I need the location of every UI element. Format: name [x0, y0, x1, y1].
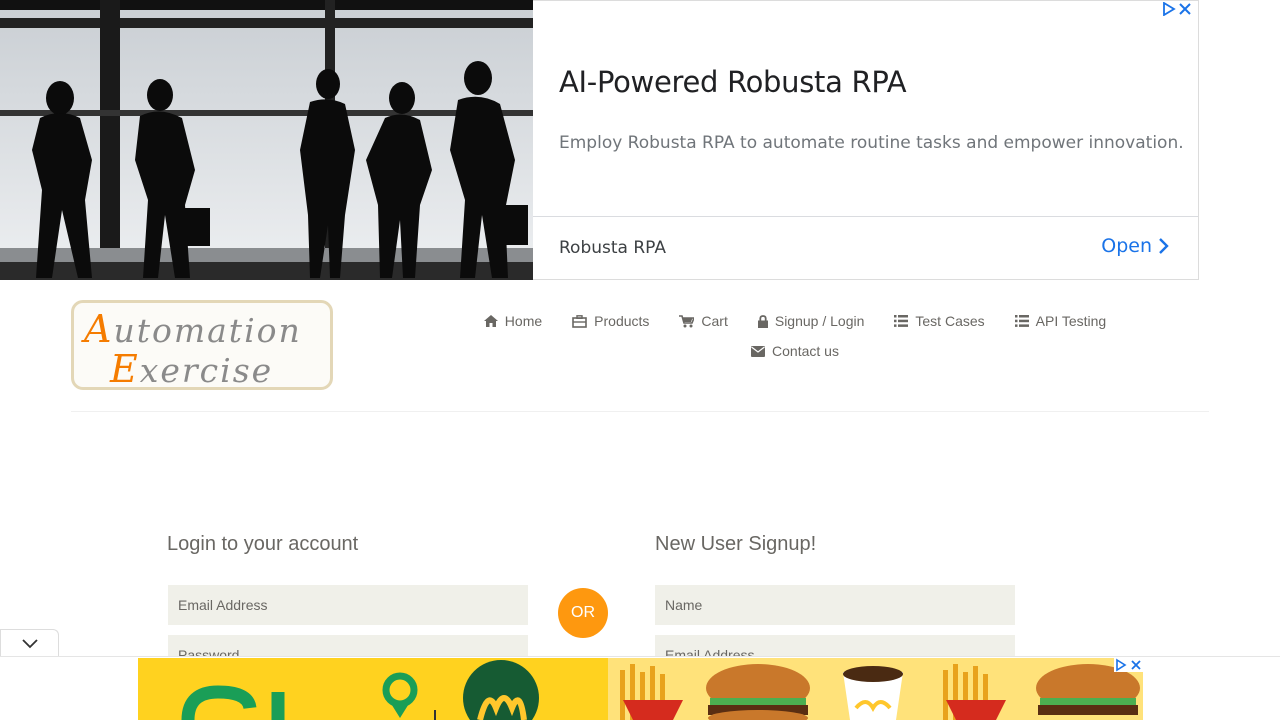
logo-line-exercise: Exercise — [110, 347, 274, 391]
fast-food-ad-image — [138, 658, 1143, 720]
site-logo[interactable]: Automation Exercise — [71, 300, 333, 391]
bottom-advertisement[interactable] — [138, 658, 1143, 720]
nav-contact-us-label: Contact us — [772, 343, 839, 359]
or-divider-badge: OR — [558, 588, 608, 638]
chevron-right-icon — [1159, 238, 1169, 254]
adchoices-play-icon[interactable] — [1162, 2, 1176, 16]
home-icon — [483, 315, 498, 327]
main-navigation: Home Products Cart Signup / Login Test C… — [465, 306, 1125, 366]
ad-advertiser-name: Robusta RPA — [559, 238, 666, 258]
login-email-input[interactable] — [168, 585, 528, 625]
nav-cart[interactable]: Cart — [679, 313, 728, 329]
ad-open-label: Open — [1101, 235, 1152, 257]
signup-form-title: New User Signup! — [655, 533, 817, 555]
ad-divider — [533, 216, 1198, 217]
bottom-ad-choices[interactable] — [1114, 658, 1143, 672]
envelope-icon — [751, 345, 766, 357]
nav-api-testing[interactable]: API Testing — [1014, 313, 1107, 329]
login-form-title: Login to your account — [167, 533, 359, 555]
nav-cart-label: Cart — [701, 313, 728, 329]
nav-api-testing-label: API Testing — [1035, 313, 1107, 329]
top-advertisement[interactable]: AI-Powered Robusta RPA Employ Robusta RP… — [0, 0, 1200, 280]
chevron-down-icon — [21, 639, 38, 649]
nav-test-cases[interactable]: Test Cases — [894, 313, 985, 329]
list-icon — [1014, 315, 1029, 327]
adchoices-play-icon[interactable] — [1114, 658, 1128, 672]
nav-signup-login[interactable]: Signup / Login — [757, 313, 865, 329]
business-people-silhouette-image — [0, 0, 533, 280]
close-ad-icon[interactable] — [1129, 658, 1143, 672]
products-icon — [572, 314, 587, 328]
ad-content-panel[interactable]: AI-Powered Robusta RPA Employ Robusta RP… — [533, 0, 1199, 280]
cart-icon — [679, 314, 695, 327]
signup-name-input[interactable] — [655, 585, 1015, 625]
nav-products-label: Products — [594, 313, 650, 329]
header-divider — [71, 411, 1209, 412]
nav-products[interactable]: Products — [572, 313, 649, 329]
nav-home[interactable]: Home — [483, 313, 543, 329]
nav-home-label: Home — [504, 313, 543, 329]
collapse-ad-button[interactable] — [0, 629, 59, 658]
lock-icon — [757, 314, 768, 328]
close-ad-icon[interactable] — [1178, 2, 1192, 16]
list-icon — [894, 315, 909, 327]
ad-description: Employ Robusta RPA to automate routine t… — [559, 133, 1184, 153]
nav-test-cases-label: Test Cases — [915, 313, 985, 329]
ad-image[interactable] — [0, 0, 533, 280]
ad-headline[interactable]: AI-Powered Robusta RPA — [559, 65, 907, 99]
nav-contact-us[interactable]: Contact us — [751, 343, 839, 359]
nav-signup-login-label: Signup / Login — [774, 313, 865, 329]
logo-line-automation: Automation — [84, 307, 302, 351]
ad-choices[interactable] — [1162, 2, 1192, 16]
ad-open-button[interactable]: Open — [1101, 235, 1170, 257]
